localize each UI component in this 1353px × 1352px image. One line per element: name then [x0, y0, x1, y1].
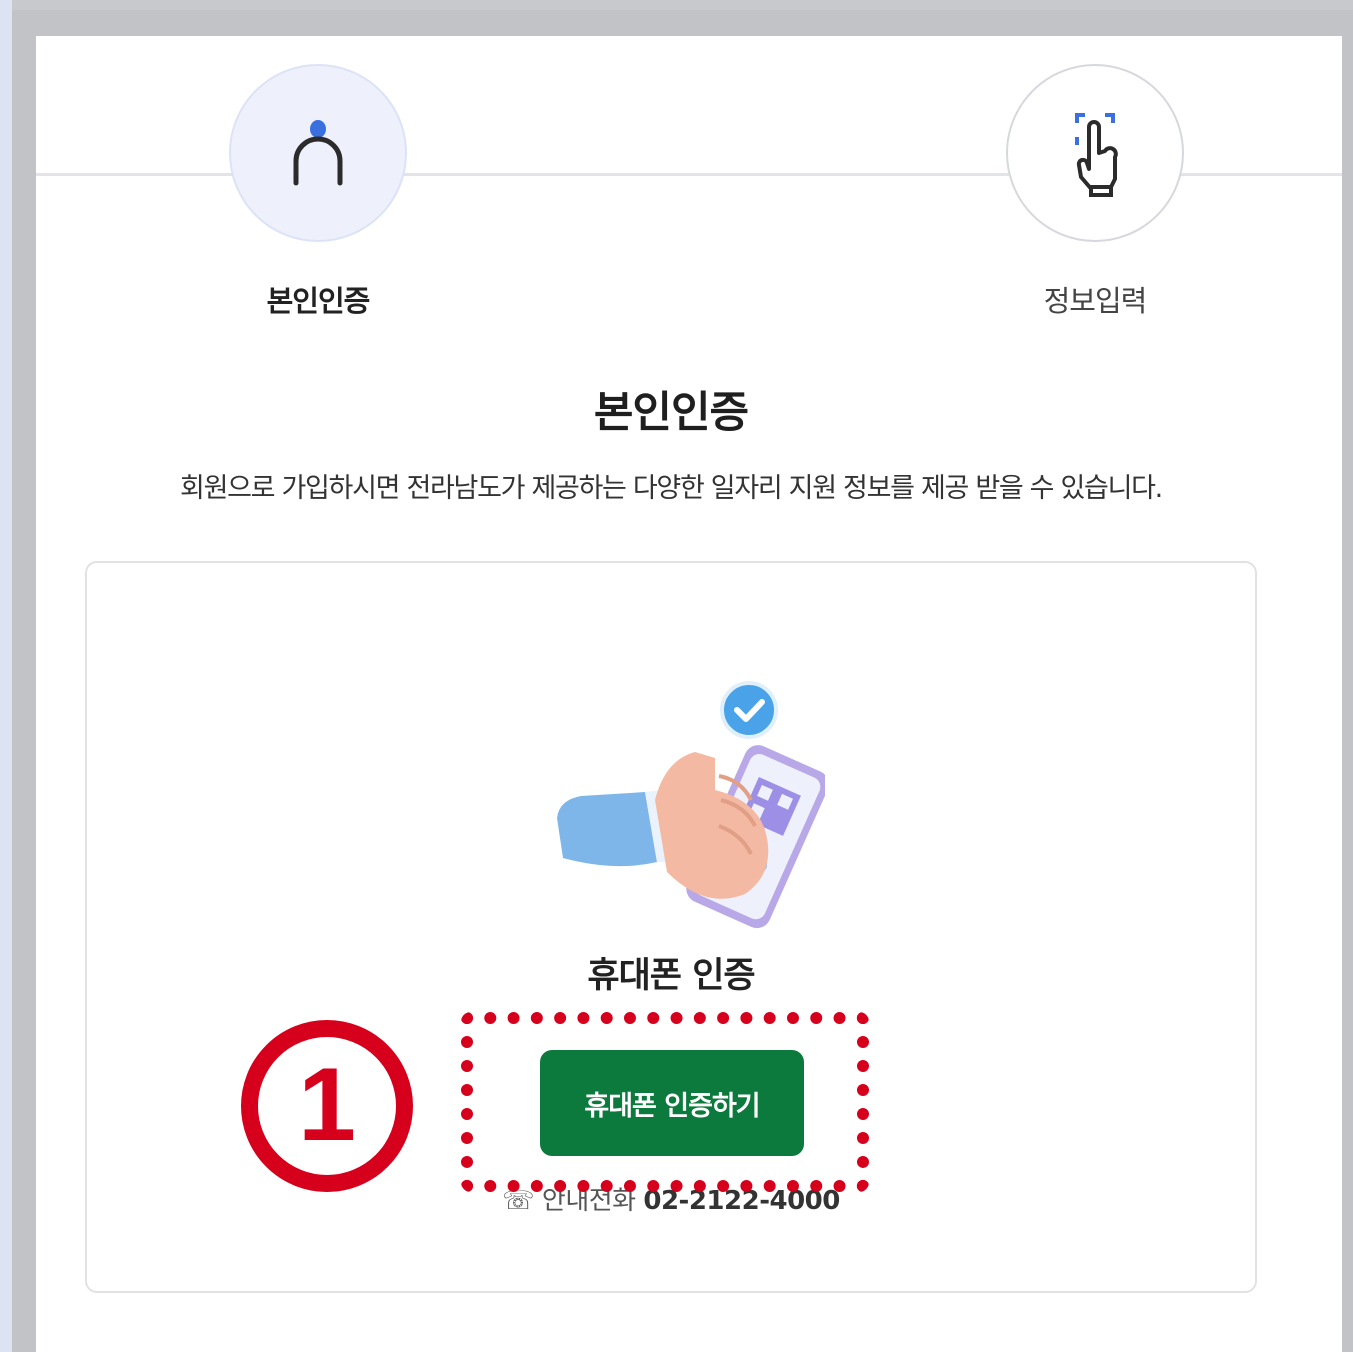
step-2-label: 정보입력: [1043, 284, 1148, 318]
step-1-label: 본인인증: [266, 284, 371, 318]
person-icon: [293, 120, 343, 186]
annotation-step-marker: 1: [241, 1020, 413, 1192]
page-title: 본인인증: [593, 388, 749, 438]
contact-number: 02-2122-4000: [643, 1186, 840, 1216]
card-title: 휴대폰 인증: [587, 956, 755, 996]
contact-label: ☏ 안내전화: [502, 1186, 636, 1216]
contact-info: ☏ 안내전화 02-2122-4000: [0, 1180, 1342, 1217]
step-2-circle: [1006, 64, 1184, 242]
touch-hand-icon: [1075, 113, 1118, 197]
phone-verification-illustration: [557, 681, 825, 929]
phone-verify-button[interactable]: 휴대폰 인증하기: [540, 1050, 804, 1156]
left-edge-band: [0, 0, 12, 1352]
page-description: 회원으로 가입하시면 전라남도가 제공하는 다양한 일자리 지원 정보를 제공 …: [180, 473, 1163, 504]
step-1-circle: [229, 64, 407, 242]
